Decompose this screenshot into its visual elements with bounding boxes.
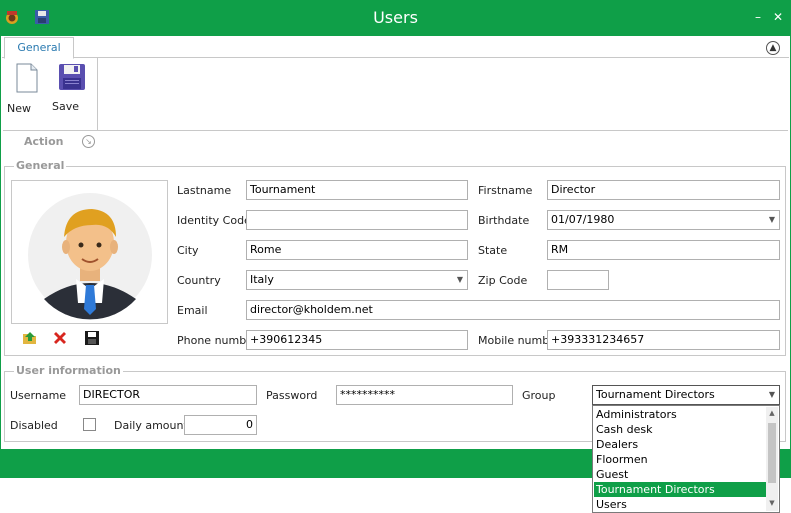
birthdate-value: 01/07/1980: [551, 213, 615, 226]
group-dropdown-list: Administrators Cash desk Dealers Floorme…: [592, 405, 780, 513]
group-option-selected[interactable]: Tournament Directors: [594, 482, 767, 497]
ribbon-tabstrip: [2, 38, 789, 58]
tab-general[interactable]: General: [4, 37, 74, 59]
disabled-label: Disabled: [10, 419, 58, 432]
open-image-icon[interactable]: [22, 330, 38, 346]
identity-code-field[interactable]: [246, 210, 468, 230]
close-button[interactable]: ✕: [773, 10, 783, 24]
minimize-button[interactable]: –: [755, 10, 761, 24]
password-field[interactable]: **********: [336, 385, 513, 405]
delete-image-icon[interactable]: [52, 330, 68, 346]
city-field[interactable]: Rome: [246, 240, 468, 260]
password-label: Password: [266, 389, 318, 402]
mobile-field[interactable]: +393331234657: [547, 330, 780, 350]
lastname-label: Lastname: [177, 184, 232, 197]
group-option[interactable]: Users: [594, 497, 767, 512]
birthdate-label: Birthdate: [478, 214, 530, 227]
daily-amount-field[interactable]: 0: [184, 415, 257, 435]
country-select[interactable]: Italy ▼: [246, 270, 468, 290]
user-info-legend: User information: [14, 364, 123, 377]
group-option[interactable]: Dealers: [594, 437, 767, 452]
zip-code-label: Zip Code: [478, 274, 528, 287]
lastname-field[interactable]: Tournament: [246, 180, 468, 200]
collapse-ribbon-icon[interactable]: ▲: [766, 41, 780, 55]
save-label: Save: [52, 100, 80, 113]
chevron-down-icon[interactable]: ▼: [457, 271, 463, 289]
scroll-up-icon[interactable]: ▲: [766, 409, 778, 417]
save-floppy-icon: [59, 64, 85, 90]
group-option[interactable]: Cash desk: [594, 422, 767, 437]
group-options-icon[interactable]: ↘: [82, 135, 95, 148]
birthdate-picker[interactable]: 01/07/1980 ▼: [547, 210, 780, 230]
daily-amount-label: Daily amount: [114, 419, 188, 432]
dropdown-scrollbar[interactable]: ▲ ▼: [766, 407, 778, 511]
state-field[interactable]: RM: [547, 240, 780, 260]
group-option[interactable]: Guest: [594, 467, 767, 482]
window-title: Users: [373, 8, 418, 27]
country-value: Italy: [250, 273, 274, 286]
username-field[interactable]: DIRECTOR: [79, 385, 257, 405]
new-button[interactable]: New: [7, 63, 47, 115]
general-legend: General: [14, 159, 67, 172]
ribbon-group-label: Action: [24, 135, 64, 148]
save-button[interactable]: Save: [52, 63, 92, 113]
country-label: Country: [177, 274, 221, 287]
email-field[interactable]: director@kholdem.net: [246, 300, 780, 320]
chevron-down-icon[interactable]: ▼: [769, 211, 775, 229]
username-label: Username: [10, 389, 67, 402]
user-avatar: [28, 193, 152, 320]
scrollbar-thumb[interactable]: [768, 423, 776, 483]
disabled-checkbox[interactable]: [83, 418, 96, 431]
identity-code-label: Identity Code: [177, 214, 251, 227]
firstname-field[interactable]: Director: [547, 180, 780, 200]
state-label: State: [478, 244, 508, 257]
new-document-icon: [16, 63, 38, 93]
group-value: Tournament Directors: [596, 388, 715, 401]
phone-field[interactable]: +390612345: [246, 330, 468, 350]
save-image-icon[interactable]: [84, 330, 100, 346]
chevron-down-icon[interactable]: ▼: [769, 386, 775, 404]
email-label: Email: [177, 304, 208, 317]
zip-code-field[interactable]: [547, 270, 609, 290]
scroll-down-icon[interactable]: ▼: [766, 499, 778, 507]
group-option[interactable]: Floormen: [594, 452, 767, 467]
new-label: New: [7, 102, 31, 115]
group-select[interactable]: Tournament Directors ▼: [592, 385, 780, 405]
group-option[interactable]: Administrators: [594, 407, 767, 422]
title-bar: Users – ✕: [0, 0, 791, 36]
firstname-label: Firstname: [478, 184, 533, 197]
ribbon: [3, 58, 788, 131]
city-label: City: [177, 244, 199, 257]
user-photo: [11, 180, 168, 324]
group-label: Group: [522, 389, 556, 402]
